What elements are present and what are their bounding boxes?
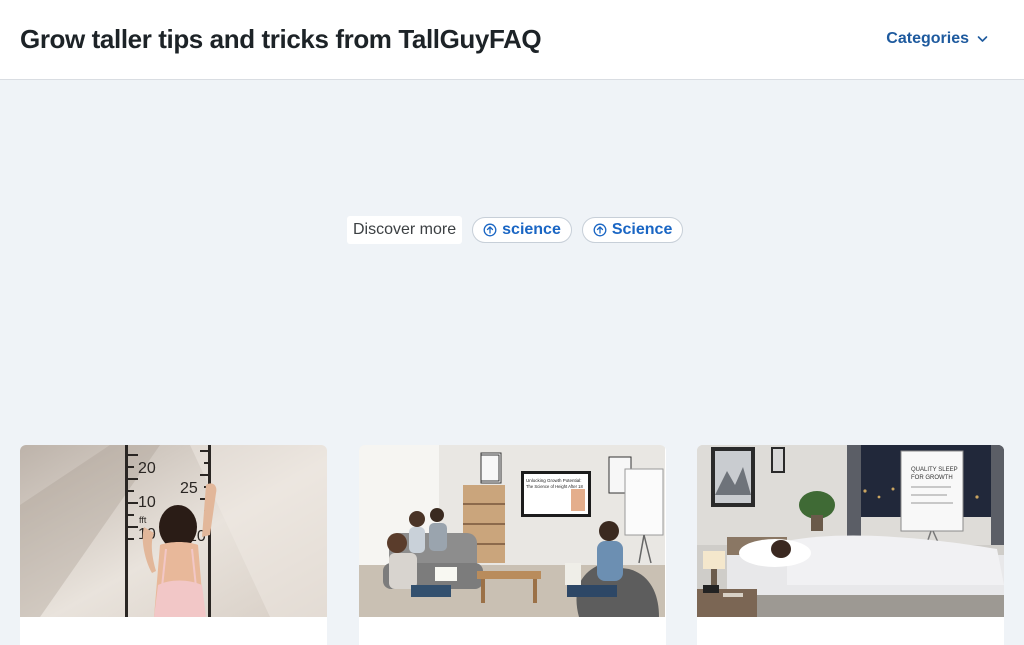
categories-menu-button[interactable]: Categories <box>886 28 988 50</box>
tv-text: The Science of Height After 18 <box>526 484 583 489</box>
topic-chip-science-capitalized[interactable]: Science <box>581 217 684 243</box>
whiteboard-text: FOR GROWTH <box>911 475 953 481</box>
tv-text: Unlocking Growth Potential: <box>526 478 582 483</box>
categories-label: Categories <box>886 30 969 47</box>
plus-circle-icon <box>593 223 607 237</box>
discover-more-bar: Discover more science Science <box>347 216 684 244</box>
site-header: Grow taller tips and tricks from TallGuy… <box>0 0 1024 80</box>
ruler-mark: 25 <box>180 480 198 497</box>
chevron-down-icon <box>977 36 988 42</box>
article-card-grid: 20 10 fft 10 25 10 <box>20 445 1004 645</box>
site-title[interactable]: Grow taller tips and tricks from TallGuy… <box>20 22 542 56</box>
article-thumbnail-image[interactable]: QUALITY SLEEP FOR GROWTH <box>697 445 1004 617</box>
ruler-mark: fft <box>139 515 147 525</box>
article-thumbnail-image[interactable]: Unlocking Growth Potential: The Science … <box>359 445 665 617</box>
chip-label: Science <box>611 221 673 238</box>
chip-label: science <box>502 221 561 238</box>
article-card[interactable]: QUALITY SLEEP FOR GROWTH <box>697 445 1004 645</box>
discover-more-label: Discover more <box>347 216 463 244</box>
article-card[interactable]: 20 10 fft 10 25 10 <box>20 445 327 645</box>
article-card[interactable]: Unlocking Growth Potential: The Science … <box>359 445 666 645</box>
ruler-mark: 20 <box>138 460 156 477</box>
article-thumbnail-image[interactable]: 20 10 fft 10 25 10 <box>20 445 327 617</box>
topic-chip-science[interactable]: science <box>472 217 572 243</box>
plus-circle-icon <box>483 223 497 237</box>
ruler-mark: 10 <box>138 494 156 511</box>
whiteboard-text: QUALITY SLEEP <box>911 467 958 473</box>
